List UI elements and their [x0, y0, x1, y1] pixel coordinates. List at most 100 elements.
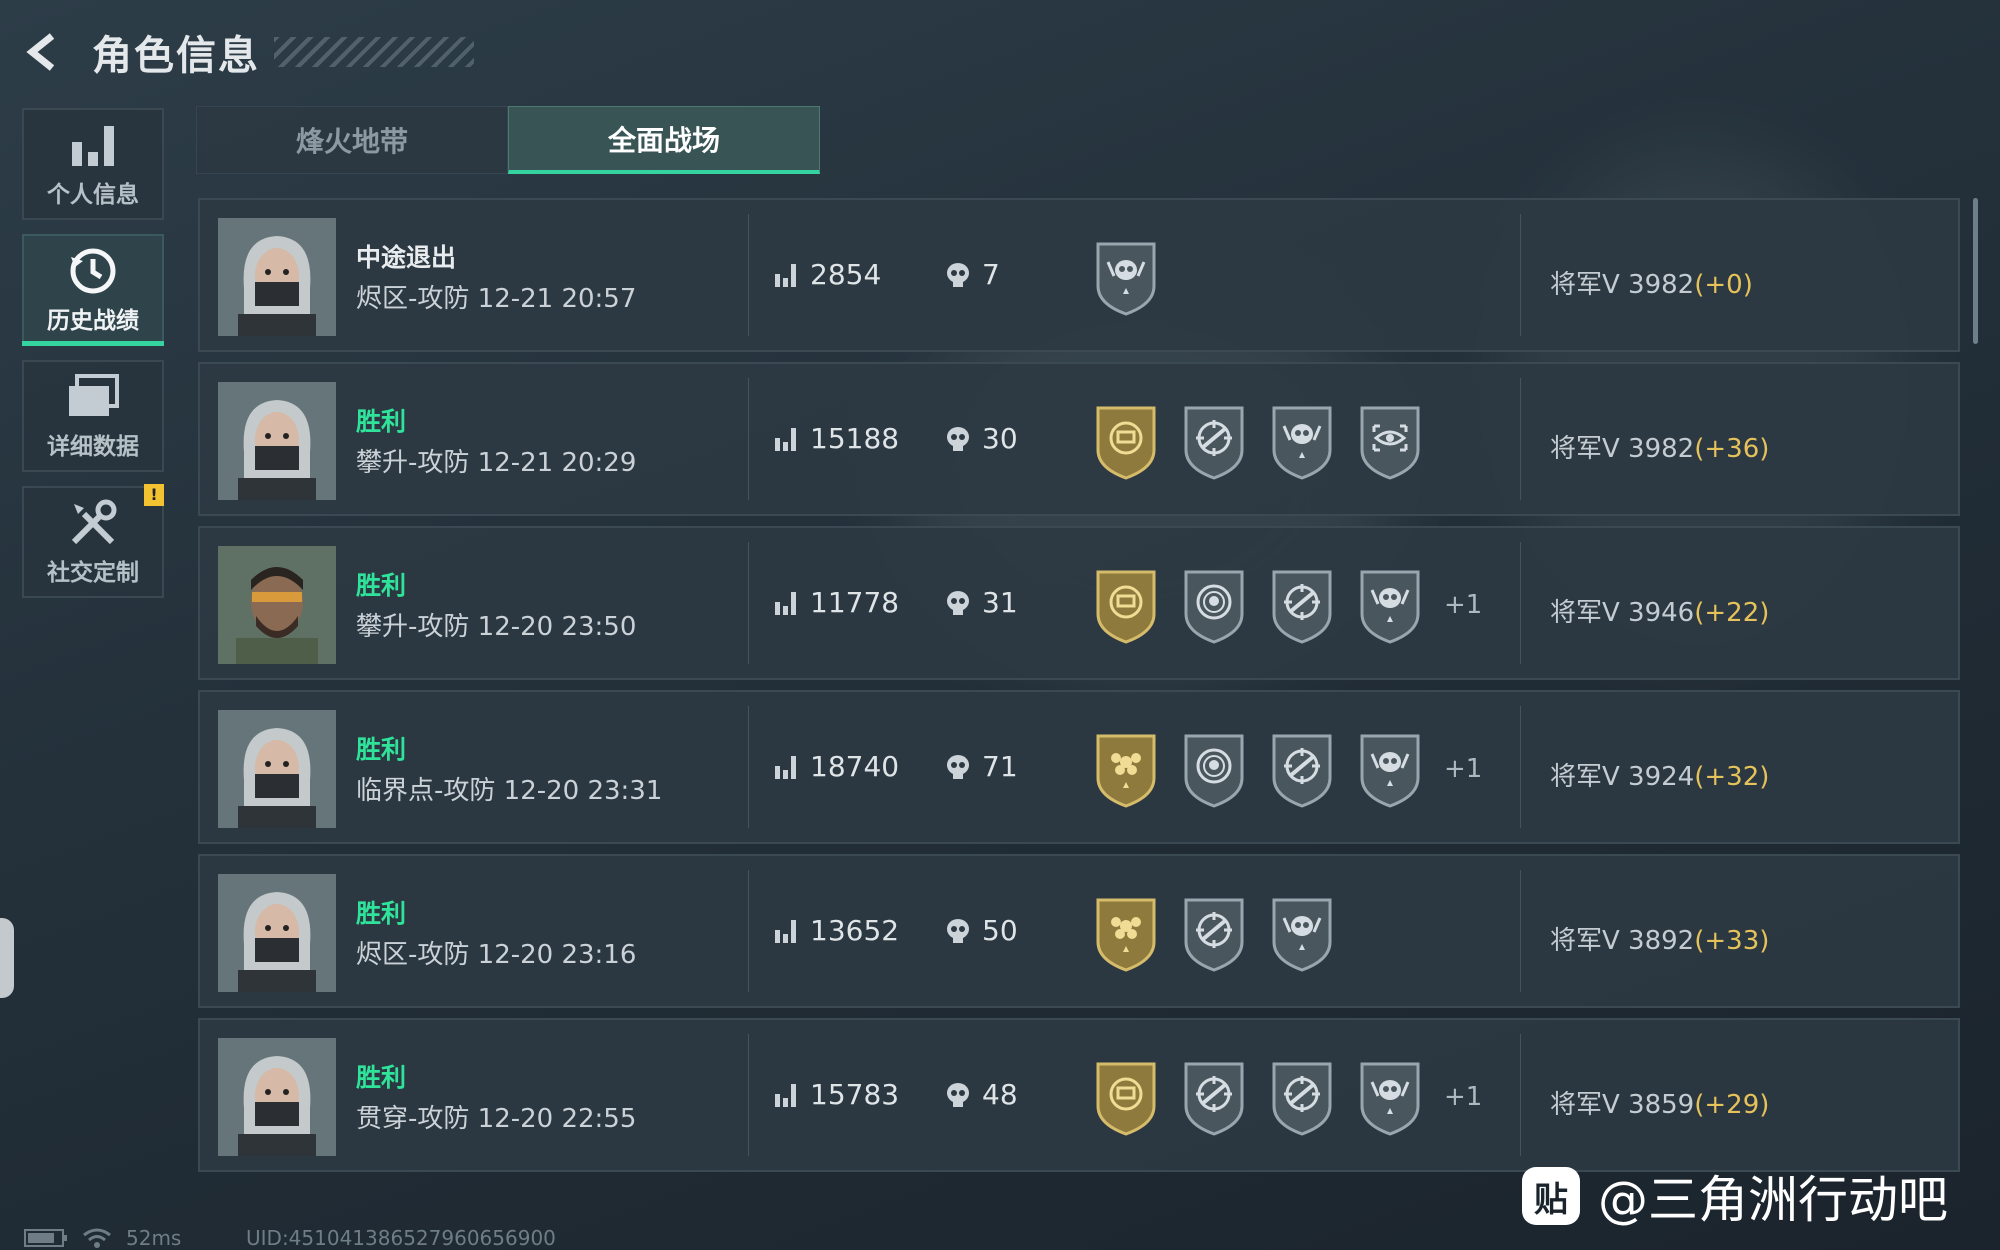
- edge-handle[interactable]: [0, 918, 14, 998]
- bar-chart-icon: [72, 126, 114, 166]
- match-kills: 7: [944, 258, 1000, 291]
- medal-crosshair-rifle-icon[interactable]: [1180, 402, 1248, 480]
- score-icon: [775, 755, 796, 779]
- kills-value: 7: [982, 258, 1000, 291]
- medal-crosshair-rifle-icon[interactable]: [1268, 730, 1336, 808]
- medal-crosshair-rifle-icon[interactable]: [1268, 566, 1336, 644]
- sidebar-item-label: 历史战绩: [47, 308, 139, 334]
- divider: [1520, 870, 1521, 992]
- tab-firezone[interactable]: 烽火地带: [196, 106, 508, 174]
- medal-gold-medal-icon[interactable]: [1092, 1058, 1160, 1136]
- medal-eye-scope-icon[interactable]: [1356, 402, 1424, 480]
- operator-avatar: [218, 218, 336, 336]
- medal-gold-medal-icon[interactable]: [1092, 566, 1160, 644]
- folder-icon: [69, 374, 119, 416]
- medal-skull-emblem-icon[interactable]: [1356, 566, 1424, 644]
- medal-target-skull-icon[interactable]: [1180, 566, 1248, 644]
- kills-value: 30: [982, 422, 1018, 455]
- header: 角色信息: [20, 20, 474, 84]
- sidebar-item-personal-info[interactable]: 个人信息: [22, 108, 164, 220]
- tools-icon: [71, 499, 117, 545]
- match-result: 胜利: [356, 571, 407, 600]
- sidebar-item-history[interactable]: 历史战绩: [22, 234, 164, 346]
- medal-gold-medal-icon[interactable]: [1092, 402, 1160, 480]
- divider: [1520, 1034, 1521, 1156]
- rank-delta: (+32): [1694, 762, 1770, 792]
- match-kills: 30: [944, 422, 1018, 455]
- medal-skull-emblem-icon[interactable]: [1356, 730, 1424, 808]
- skull-icon: [947, 918, 969, 943]
- battery-icon: [24, 1229, 67, 1247]
- score-value: 15188: [810, 422, 900, 455]
- skull-icon: [947, 754, 969, 779]
- medal-gold-flower-icon[interactable]: [1092, 730, 1160, 808]
- match-result: 中途退出: [356, 243, 457, 272]
- match-score: 2854: [774, 258, 881, 291]
- rank-info: 将军V 3982(+0): [1550, 264, 1753, 301]
- score-value: 18740: [810, 750, 900, 783]
- medal-target-skull-icon[interactable]: [1180, 730, 1248, 808]
- map-mode-time: 临界点-攻防 12-20 23:31: [356, 776, 663, 806]
- medal-skull-emblem-icon[interactable]: [1092, 238, 1160, 316]
- watermark: 贴 @三角洲行动吧: [1522, 1160, 1948, 1232]
- ping-text: 52ms: [126, 1226, 182, 1250]
- rank-delta: (+29): [1694, 1090, 1770, 1120]
- medal-crosshair-rifle-icon[interactable]: [1180, 1058, 1248, 1136]
- map-mode-time: 贯穿-攻防 12-20 22:55: [356, 1104, 637, 1134]
- score-value: 13652: [810, 914, 900, 947]
- page-title: 角色信息: [92, 33, 260, 79]
- history-clock-icon: [70, 248, 116, 294]
- watermark-text: @三角洲行动吧: [1598, 1171, 1948, 1229]
- map-mode-time: 烬区-攻防 12-21 20:57: [356, 284, 637, 314]
- score-value: 15783: [810, 1078, 900, 1111]
- medal-crosshair-rifle-icon[interactable]: [1268, 1058, 1336, 1136]
- match-row[interactable]: 胜利贯穿-攻防 12-20 22:55 15783 48 +1 将军V 3859(+29…: [198, 1018, 1960, 1172]
- map-mode-time: 攀升-攻防 12-20 23:50: [356, 612, 637, 642]
- divider: [1520, 706, 1521, 828]
- scrollbar[interactable]: [1973, 198, 1978, 344]
- match-row[interactable]: 胜利 烬区-攻防 12-20 23:16 13652 50 将军V 3892(+33): [198, 854, 1960, 1008]
- rank-info: 将军V 3946(+22): [1550, 592, 1769, 629]
- skull-icon: [947, 590, 969, 615]
- divider: [748, 706, 749, 828]
- match-list: 中途退出烬区-攻防 12-21 20:57 2854 7 将军V 3982(+0) 胜利…: [198, 198, 1960, 1182]
- match-row[interactable]: 胜利 临界点-攻防 12-20 23:31 18740 71 +1 将军V 3924(+3…: [198, 690, 1960, 844]
- rank-info: 将军V 3982(+36): [1550, 428, 1769, 465]
- medal-gold-flower-icon[interactable]: [1092, 894, 1160, 972]
- more-medals-count[interactable]: +1: [1444, 590, 1482, 620]
- divider: [748, 378, 749, 500]
- operator-avatar: [218, 874, 336, 992]
- medal-list: [1092, 894, 1356, 972]
- tab-full-battlefield[interactable]: 全面战场: [508, 106, 820, 174]
- medal-crosshair-rifle-icon[interactable]: [1180, 894, 1248, 972]
- sidebar-item-social[interactable]: ! 社交定制: [22, 484, 164, 598]
- operator-avatar: [218, 1038, 336, 1156]
- more-medals-count[interactable]: +1: [1444, 1082, 1482, 1112]
- kills-value: 48: [982, 1078, 1018, 1111]
- score-icon: [775, 591, 796, 615]
- more-medals-count[interactable]: +1: [1444, 754, 1482, 784]
- match-kills: 50: [944, 914, 1018, 947]
- sidebar-item-details[interactable]: 详细数据: [22, 360, 164, 472]
- match-result: 胜利: [356, 1063, 407, 1092]
- back-button[interactable]: [20, 28, 68, 76]
- match-score: 11778: [774, 586, 899, 619]
- score-icon: [775, 1083, 796, 1107]
- match-row[interactable]: 胜利 攀升-攻防 12-21 20:29 15188 30 将军V 3982(+36): [198, 362, 1960, 516]
- medal-skull-emblem-icon[interactable]: [1268, 402, 1336, 480]
- skull-icon: [947, 1082, 969, 1107]
- medal-skull-emblem-icon[interactable]: [1268, 894, 1336, 972]
- rank-value: 将军V 3892: [1550, 926, 1695, 956]
- mode-tabs: 烽火地带 全面战场: [196, 106, 820, 174]
- divider: [748, 214, 749, 336]
- medal-skull-emblem-icon[interactable]: [1356, 1058, 1424, 1136]
- medal-list: +1: [1092, 1058, 1482, 1136]
- score-icon: [775, 263, 796, 287]
- sidebar: 个人信息 历史战绩 详细数据 ! 社交定制: [22, 108, 166, 612]
- uid-text: UID:451041386527960656900: [246, 1226, 556, 1250]
- medal-list: [1092, 402, 1444, 480]
- match-row[interactable]: 胜利 攀升-攻防 12-20 23:50 11778 31 +1 将军V 3946(+22…: [198, 526, 1960, 680]
- match-row[interactable]: 中途退出烬区-攻防 12-21 20:57 2854 7 将军V 3982(+0): [198, 198, 1960, 352]
- rank-info: 将军V 3859(+29): [1550, 1084, 1769, 1121]
- kills-value: 71: [982, 750, 1018, 783]
